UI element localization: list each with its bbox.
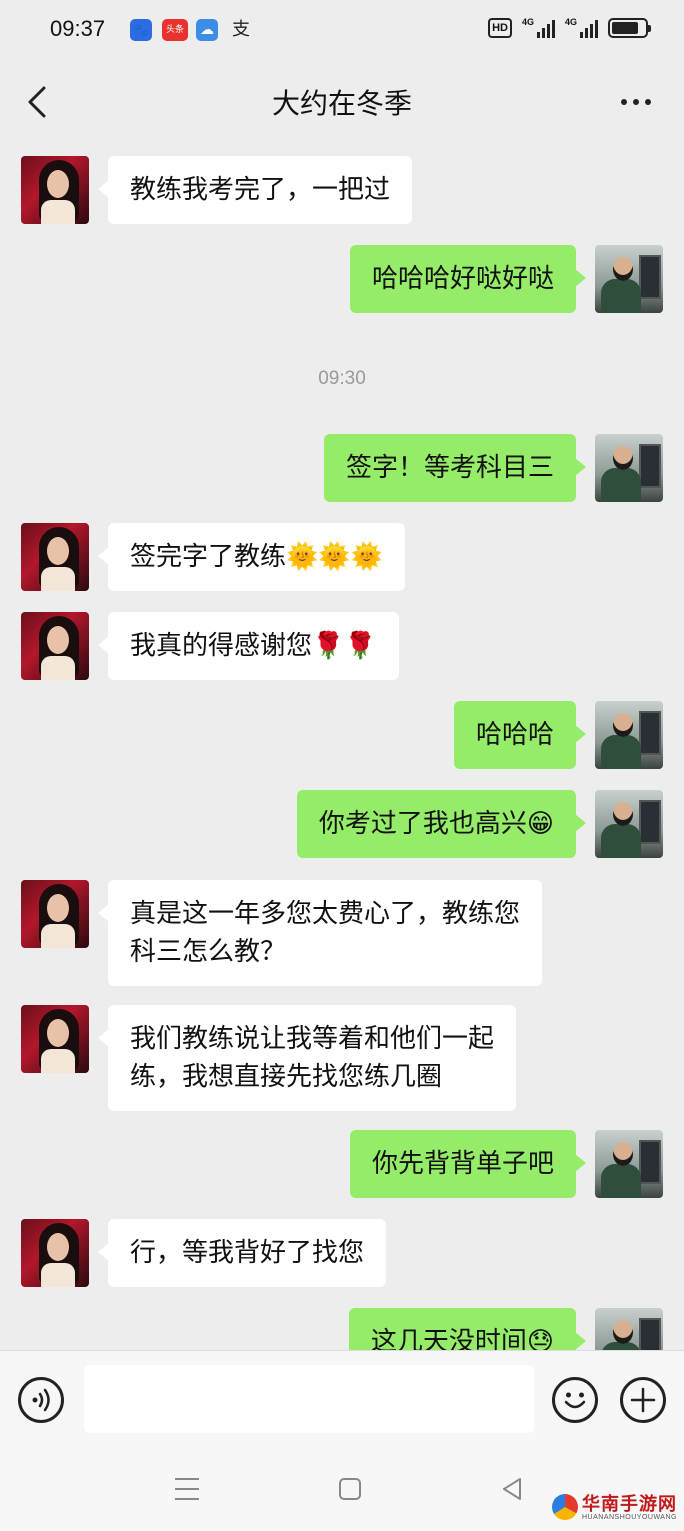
sent-message-bubble[interactable]: 你先背背单子吧 bbox=[349, 1130, 587, 1198]
message-text-line: 签完字了教练🌞🌞🌞 bbox=[130, 542, 384, 572]
contact-avatar[interactable] bbox=[21, 1005, 89, 1073]
more-options-icon[interactable] bbox=[616, 88, 656, 116]
my-avatar[interactable] bbox=[595, 790, 663, 858]
message-text-line: 练，我想直接先找您练几圈 bbox=[130, 1062, 443, 1092]
message-text-line: 哈哈哈 bbox=[475, 720, 554, 750]
back-triangle-icon[interactable] bbox=[500, 1476, 526, 1502]
received-message-bubble[interactable]: 我真的得感谢您🌹🌹 bbox=[98, 612, 399, 680]
my-avatar[interactable] bbox=[595, 434, 663, 502]
message-text-line: 科三怎么教？ bbox=[130, 937, 287, 967]
message-text-line: 哈哈哈好哒好哒 bbox=[371, 264, 554, 294]
message-text-line: 你先背背单子吧 bbox=[371, 1149, 554, 1179]
received-message-bubble[interactable]: 行，等我背好了找您 bbox=[97, 1219, 387, 1287]
alipay-icon: 支 bbox=[232, 19, 250, 40]
emoji-icon[interactable] bbox=[552, 1377, 598, 1423]
sent-message-bubble[interactable]: 这几天没时间😓 bbox=[348, 1308, 587, 1350]
watermark-subtitle: HUANANSHOUYOUWANG bbox=[582, 1514, 677, 1521]
my-avatar[interactable] bbox=[595, 245, 663, 313]
sent-message-bubble[interactable]: 签字！等考科目三 bbox=[323, 434, 587, 502]
plus-icon[interactable] bbox=[620, 1377, 666, 1423]
contact-avatar[interactable] bbox=[21, 156, 89, 224]
sent-message-bubble[interactable]: 哈哈哈 bbox=[453, 701, 587, 769]
watermark-title: 华南手游网 bbox=[582, 1494, 677, 1515]
battery-fill bbox=[612, 22, 639, 34]
site-watermark: 华南手游网 HUANANSHOUYOUWANG bbox=[548, 1490, 684, 1531]
message-text-line: 教练我考完了，一把过 bbox=[130, 175, 391, 205]
message-text-line: 签字！等考科目三 bbox=[345, 453, 554, 483]
contact-avatar[interactable] bbox=[21, 523, 89, 591]
my-avatar[interactable] bbox=[595, 701, 663, 769]
message-input[interactable] bbox=[84, 1365, 534, 1433]
message-text-line: 这几天没时间😓 bbox=[370, 1327, 554, 1350]
received-message-bubble[interactable]: 真是这一年多您太费心了，教练您 科三怎么教？ bbox=[97, 880, 543, 986]
received-message-bubble[interactable]: 教练我考完了，一把过 bbox=[97, 156, 413, 224]
battery-icon bbox=[608, 18, 651, 38]
contact-avatar[interactable] bbox=[21, 880, 89, 948]
signal-2-icon: 4G bbox=[565, 18, 598, 38]
home-icon[interactable] bbox=[339, 1478, 361, 1500]
message-text-line: 我真的得感谢您🌹🌹 bbox=[130, 631, 377, 661]
signal-1-icon: 4G bbox=[522, 18, 555, 38]
message-timestamp: 09:30 bbox=[318, 368, 366, 389]
my-avatar[interactable] bbox=[595, 1130, 663, 1198]
toutiao-icon: 头条 bbox=[162, 19, 188, 41]
status-indicators: HD 4G 4G bbox=[488, 18, 651, 38]
input-bar bbox=[0, 1350, 684, 1448]
contact-avatar[interactable] bbox=[21, 612, 89, 680]
sent-message-bubble[interactable]: 你考过了我也高兴😁 bbox=[296, 790, 587, 858]
menu-icon[interactable] bbox=[175, 1478, 199, 1500]
baidu-paw-icon: 🐾 bbox=[130, 19, 152, 41]
sent-message-bubble[interactable]: 哈哈哈好哒好哒 bbox=[349, 245, 587, 313]
chat-header: 大约在冬季 bbox=[0, 62, 684, 142]
cloud-icon: ☁ bbox=[196, 19, 218, 41]
voice-icon[interactable] bbox=[18, 1377, 64, 1423]
chat-title: 大约在冬季 bbox=[271, 87, 412, 120]
hd-badge: HD bbox=[488, 18, 512, 38]
message-text-line: 你考过了我也高兴😁 bbox=[318, 809, 554, 839]
status-bar: 09:37 🐾 头条 ☁ 支 HD 4G 4G bbox=[0, 0, 684, 62]
my-avatar[interactable] bbox=[595, 1308, 663, 1350]
message-text-line: 我们教练说让我等着和他们一起 bbox=[130, 1024, 495, 1054]
contact-avatar[interactable] bbox=[21, 1219, 89, 1287]
received-message-bubble[interactable]: 签完字了教练🌞🌞🌞 bbox=[97, 523, 406, 591]
message-text-line: 真是这一年多您太费心了，教练您 bbox=[130, 899, 521, 929]
watermark-logo-icon bbox=[552, 1494, 578, 1520]
status-time: 09:37 bbox=[50, 16, 106, 41]
message-list[interactable]: 教练我考完了，一把过哈哈哈好哒好哒 09:30 签字！等考科目三签完字了教练🌞🌞🌞 我… bbox=[0, 142, 684, 1350]
received-message-bubble[interactable]: 我们教练说让我等着和他们一起 练，我想直接先找您练几圈 bbox=[97, 1005, 517, 1111]
message-text-line: 行，等我背好了找您 bbox=[130, 1238, 365, 1268]
